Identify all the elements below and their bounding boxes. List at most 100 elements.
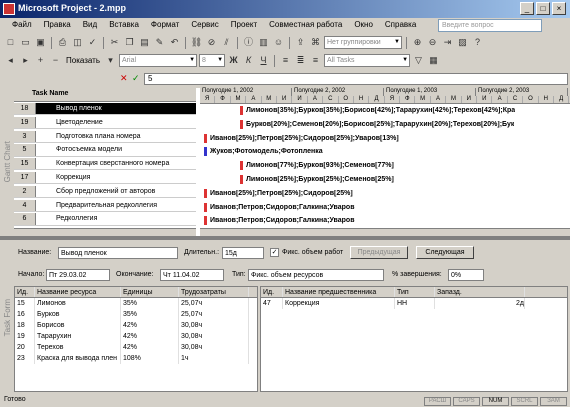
task-name[interactable]: Редколлегия bbox=[36, 213, 196, 224]
task-bar[interactable] bbox=[240, 161, 243, 171]
unlink-icon[interactable]: ⊘ bbox=[205, 36, 218, 49]
task-name[interactable]: Фотосъемка модели bbox=[36, 144, 196, 155]
cancel-entry-icon[interactable]: ✕ bbox=[120, 73, 128, 84]
menu-item[interactable]: Формат bbox=[145, 20, 185, 34]
split-icon[interactable]: ⫽ bbox=[220, 36, 233, 49]
task-name[interactable]: Подготовка плана номера bbox=[36, 131, 196, 142]
italic-icon[interactable]: К bbox=[242, 54, 255, 67]
goto-task-icon[interactable]: ⇥ bbox=[441, 36, 454, 49]
arrow-left-icon[interactable]: ◂ bbox=[4, 54, 17, 67]
copy-picture-icon[interactable]: ▨ bbox=[456, 36, 469, 49]
copy-icon[interactable]: ❐ bbox=[123, 36, 136, 49]
undo-icon[interactable]: ↶ bbox=[168, 36, 181, 49]
previous-button[interactable]: Предыдущая bbox=[350, 246, 408, 259]
task-bar[interactable] bbox=[204, 216, 207, 226]
task-bar[interactable] bbox=[240, 175, 243, 184]
resource-row[interactable]: 15 Лимонов 35% 25,07ч bbox=[15, 298, 257, 309]
underline-icon[interactable]: Ч bbox=[257, 54, 270, 67]
arrow-right-icon[interactable]: ▸ bbox=[19, 54, 32, 67]
help-search-input[interactable]: Введите вопрос bbox=[438, 19, 542, 32]
resource-row[interactable]: 18 Борисов 42% 30,08ч bbox=[15, 320, 257, 331]
print-icon[interactable]: ⎙ bbox=[56, 36, 69, 49]
column-header[interactable]: Ид. bbox=[15, 287, 35, 297]
entry-field[interactable]: 5 bbox=[144, 73, 568, 85]
task-name[interactable]: Сбор предложений от авторов bbox=[36, 186, 196, 197]
notes-icon[interactable]: ▥ bbox=[257, 36, 270, 49]
effort-checkbox[interactable]: ✓ bbox=[270, 248, 279, 257]
task-name[interactable]: Конвертация сверстанного номера bbox=[36, 158, 196, 169]
column-header[interactable]: Трудозатраты bbox=[179, 287, 249, 297]
resource-row[interactable]: 23 Краска для вывода плен 108% 1ч bbox=[15, 353, 257, 364]
task-row[interactable]: 18 Вывод пленок bbox=[14, 103, 196, 116]
help-icon[interactable]: ? bbox=[471, 36, 484, 49]
task-name[interactable]: Цветоделение bbox=[36, 117, 196, 128]
task-row[interactable]: 3 Подготовка плана номера bbox=[14, 130, 196, 143]
menu-item[interactable]: Совместная работа bbox=[263, 20, 348, 34]
gantt-wizard-icon[interactable]: ▦ bbox=[427, 54, 440, 67]
column-header[interactable]: Тип bbox=[395, 287, 435, 297]
task-row[interactable]: 15 Конвертация сверстанного номера bbox=[14, 158, 196, 171]
column-header[interactable]: Запазд. bbox=[435, 287, 525, 297]
preview-icon[interactable]: ◫ bbox=[71, 36, 84, 49]
menu-item[interactable]: Окно bbox=[348, 20, 379, 34]
task-bar[interactable] bbox=[204, 202, 207, 212]
new-icon[interactable]: □ bbox=[4, 36, 17, 49]
close-button[interactable]: × bbox=[552, 2, 566, 15]
predecessor-row[interactable]: 47 Коррекция НН 2д bbox=[261, 298, 567, 309]
align-right-icon[interactable]: ≡ bbox=[309, 54, 322, 67]
cut-icon[interactable]: ✂ bbox=[108, 36, 121, 49]
task-name-field[interactable]: Вывод пленок bbox=[58, 247, 178, 259]
duration-field[interactable]: 15д bbox=[222, 247, 264, 259]
column-header[interactable]: Ид. bbox=[261, 287, 283, 297]
menu-item[interactable]: Справка bbox=[379, 20, 422, 34]
complete-field[interactable]: 0% bbox=[448, 269, 484, 281]
start-field[interactable]: Пт 29.03.02 bbox=[46, 269, 110, 281]
menu-item[interactable]: Сервис bbox=[185, 20, 224, 34]
column-header[interactable]: Название предшественника bbox=[283, 287, 395, 297]
task-name[interactable]: Вывод пленок bbox=[36, 103, 196, 115]
task-row[interactable]: 17 Коррекция bbox=[14, 172, 196, 185]
zoom-in-icon[interactable]: ⊕ bbox=[411, 36, 424, 49]
finish-field[interactable]: Чт 11.04.02 bbox=[160, 269, 224, 281]
column-header[interactable]: Название ресурса bbox=[35, 287, 121, 297]
maximize-button[interactable]: □ bbox=[536, 2, 550, 15]
font-combo[interactable]: Arial bbox=[119, 54, 198, 67]
save-icon[interactable]: ▣ bbox=[34, 36, 47, 49]
next-button[interactable]: Следующая bbox=[416, 246, 474, 259]
minus-icon[interactable]: − bbox=[49, 54, 62, 67]
column-header[interactable]: Единицы bbox=[121, 287, 179, 297]
font-size-combo[interactable]: 8 bbox=[199, 54, 226, 67]
task-bar[interactable] bbox=[240, 119, 243, 129]
task-info-icon[interactable]: ⓘ bbox=[242, 36, 255, 49]
no-group-icon[interactable]: ⌘ bbox=[309, 36, 322, 49]
show-dropdown-icon[interactable]: ▾ bbox=[104, 54, 117, 67]
menu-item[interactable]: Вид bbox=[77, 20, 103, 34]
task-row[interactable]: 19 Цветоделение bbox=[14, 116, 196, 130]
resource-row[interactable]: 19 Тарарухин 42% 30,08ч bbox=[15, 331, 257, 342]
table-horizontal-scrollbar[interactable] bbox=[14, 228, 196, 236]
align-center-icon[interactable]: ≣ bbox=[294, 54, 307, 67]
menu-item[interactable]: Проект bbox=[225, 20, 263, 34]
task-name[interactable]: Предварительная редколлегия bbox=[36, 200, 196, 211]
menu-item[interactable]: Правка bbox=[38, 20, 77, 34]
paste-icon[interactable]: ▤ bbox=[138, 36, 151, 49]
task-row[interactable]: 4 Предварительная редколлегия bbox=[14, 199, 196, 212]
resource-row[interactable]: 16 Бурков 35% 25,07ч bbox=[15, 309, 257, 320]
open-icon[interactable]: ▭ bbox=[19, 36, 32, 49]
chart-horizontal-scrollbar[interactable] bbox=[200, 228, 570, 236]
filter-combo[interactable]: All Tasks bbox=[324, 54, 411, 67]
group-combo[interactable]: Нет группировки bbox=[324, 36, 402, 49]
plus-icon[interactable]: + bbox=[34, 54, 47, 67]
menu-item[interactable]: Файл bbox=[6, 20, 38, 34]
task-row[interactable]: 6 Редколлегия bbox=[14, 213, 196, 226]
task-name[interactable]: Коррекция bbox=[36, 172, 196, 183]
menu-item[interactable]: Вставка bbox=[103, 20, 145, 34]
assign-resources-icon[interactable]: ☺ bbox=[272, 36, 285, 49]
show-label[interactable]: Показать bbox=[66, 56, 100, 65]
task-bar[interactable] bbox=[204, 133, 207, 143]
link-icon[interactable]: ⛓ bbox=[190, 36, 203, 49]
spell-icon[interactable]: ✓ bbox=[86, 36, 99, 49]
format-painter-icon[interactable]: ✎ bbox=[153, 36, 166, 49]
align-left-icon[interactable]: ≡ bbox=[279, 54, 292, 67]
bold-icon[interactable]: Ж bbox=[227, 54, 240, 67]
